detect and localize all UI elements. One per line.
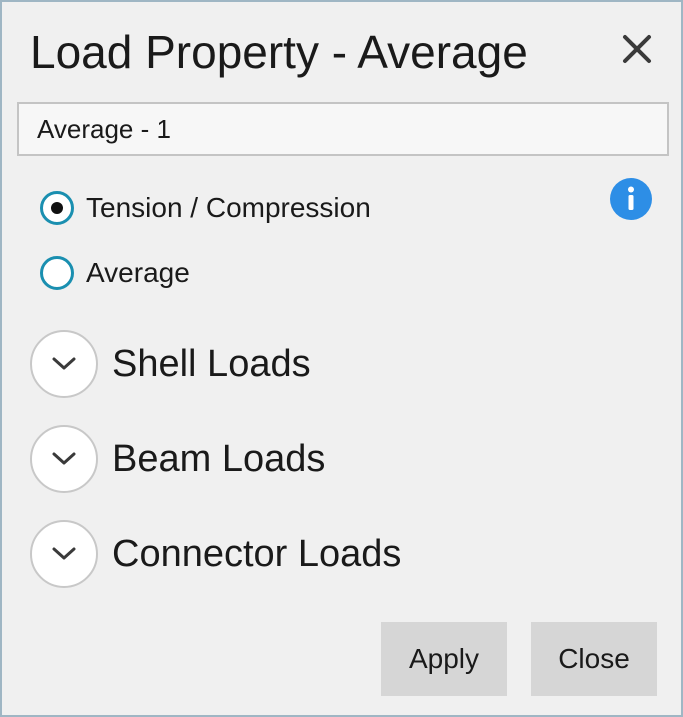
name-field[interactable] xyxy=(17,102,669,156)
chevron-down-icon[interactable] xyxy=(30,520,98,588)
chevron-down-icon-graphic xyxy=(52,357,76,370)
apply-button[interactable]: Apply xyxy=(381,622,507,696)
info-icon[interactable] xyxy=(610,178,652,220)
radio-tension-compression-label: Tension / Compression xyxy=(86,192,371,223)
close-icon-graphic xyxy=(623,35,651,63)
close-icon[interactable] xyxy=(618,30,656,68)
section-shell-loads[interactable]: Shell Loads xyxy=(30,328,311,400)
section-beam-loads-label: Beam Loads xyxy=(112,438,326,480)
chevron-down-icon[interactable] xyxy=(30,330,98,398)
radio-tension-compression[interactable]: Tension / Compression xyxy=(40,190,371,226)
chevron-down-icon-graphic xyxy=(52,452,76,465)
chevron-down-icon-graphic xyxy=(52,547,76,560)
radio-average[interactable]: Average xyxy=(40,255,190,291)
chevron-down-icon[interactable] xyxy=(30,425,98,493)
load-property-dialog: Load Property - Average Tension / Compre… xyxy=(0,0,683,717)
section-beam-loads[interactable]: Beam Loads xyxy=(30,423,325,495)
section-shell-loads-label: Shell Loads xyxy=(112,343,311,385)
radio-tension-compression-indicator[interactable] xyxy=(40,191,74,225)
dialog-title: Load Property - Average xyxy=(30,26,528,78)
info-icon-glyph xyxy=(628,186,634,210)
section-connector-loads-label: Connector Loads xyxy=(112,533,402,575)
close-button[interactable]: Close xyxy=(531,622,657,696)
radio-average-label: Average xyxy=(86,257,190,288)
radio-average-indicator[interactable] xyxy=(40,256,74,290)
section-connector-loads[interactable]: Connector Loads xyxy=(30,518,401,590)
